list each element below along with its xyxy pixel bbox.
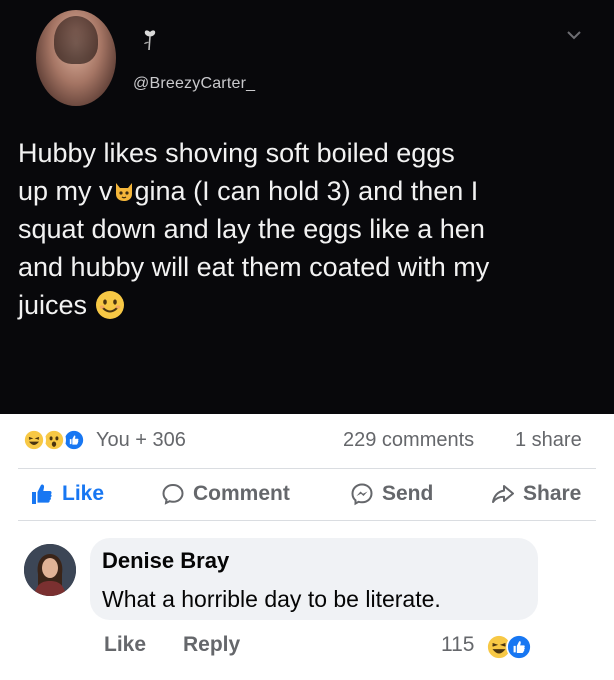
comment-like-link[interactable]: Like [104, 633, 146, 657]
chevron-down-icon [567, 31, 581, 40]
comment-bubble-icon [162, 483, 184, 505]
comment-text: What a horrible day to be literate. [102, 586, 441, 612]
smiling-face-emoji [96, 291, 125, 319]
person-portrait-icon [24, 544, 76, 596]
tweet-text: Hubby likes shoving soft boiled eggs up … [18, 134, 598, 324]
like-button-label: Like [62, 482, 105, 505]
comment-count-link[interactable]: 229 comments [343, 429, 474, 452]
messenger-icon [351, 483, 373, 506]
tweet-line: Hubby likes shoving soft boiled eggs [18, 138, 455, 168]
comment-author-name[interactable]: Denise Bray [102, 548, 229, 574]
post-action-bar: Like Comment Send Share [0, 470, 614, 518]
comment-reply-link[interactable]: Reply [183, 633, 240, 657]
reaction-summary-text[interactable]: You + 306 [96, 429, 186, 452]
haha-reaction-icon [22, 428, 46, 452]
commenter-avatar[interactable] [24, 544, 76, 596]
share-count-link[interactable]: 1 share [515, 429, 582, 452]
cat-face-emoji [115, 183, 132, 201]
comment-reaction-icons[interactable] [486, 634, 542, 660]
tweet-line: up my v gina (I can hold 3) and then I [18, 176, 479, 206]
send-button-label: Send [382, 482, 434, 505]
reactions-summary-row: You + 306 229 comments 1 share [0, 414, 614, 466]
embedded-tweet-image: @BreezyCarter_ Hubby likes shoving soft … [0, 0, 614, 414]
reaction-icons[interactable] [22, 428, 90, 454]
tweet-author-avatar [36, 10, 116, 106]
tweet-line: squat down and lay the eggs like a hen [18, 214, 485, 244]
tweet-handle: @BreezyCarter_ [133, 75, 256, 92]
comment-button-label: Comment [193, 482, 290, 505]
like-button[interactable]: Like [30, 480, 104, 508]
thumbs-up-icon [32, 484, 52, 504]
comment-reaction-count[interactable]: 115 [441, 633, 474, 657]
tweet-line: juices [18, 286, 598, 324]
like-reaction-icon [506, 634, 532, 660]
share-button-label: Share [523, 482, 582, 505]
rose-icon [144, 30, 156, 51]
send-button[interactable]: Send [350, 480, 433, 508]
tweet-line: and hubby will eat them coated with my [18, 252, 490, 282]
comment-button[interactable]: Comment [161, 480, 290, 508]
divider [18, 520, 596, 521]
share-button[interactable]: Share [491, 480, 581, 508]
share-arrow-icon [492, 485, 514, 503]
divider [18, 468, 596, 469]
